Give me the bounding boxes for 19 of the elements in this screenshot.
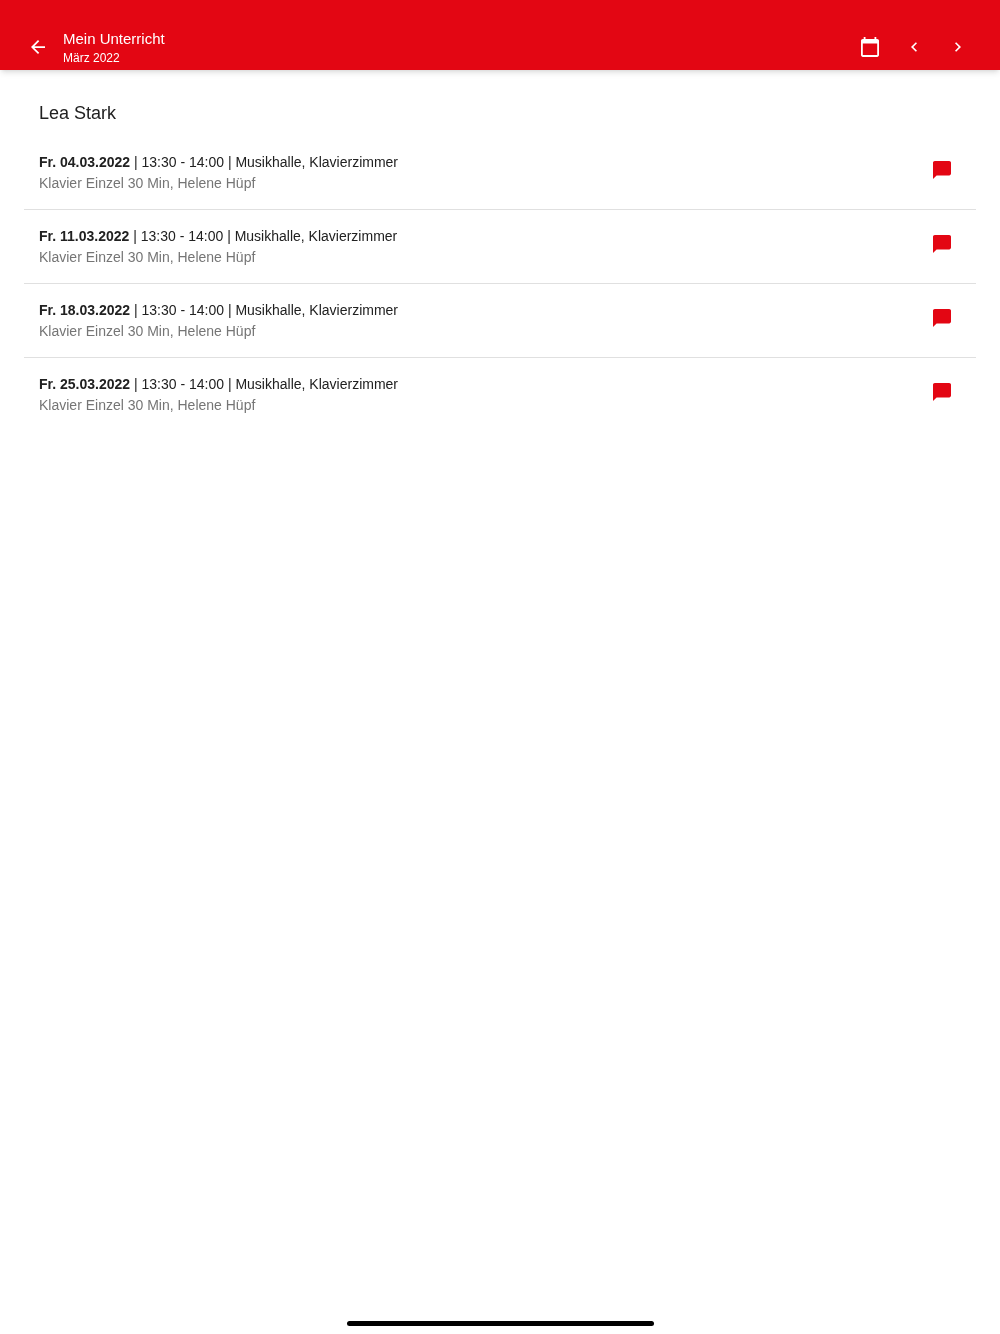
chat-bubble-icon bbox=[933, 383, 951, 401]
lesson-heading: Fr. 25.03.2022 | 13:30 - 14:00 | Musikhalle, Klavierzimmer bbox=[39, 375, 399, 394]
lesson-details: Klavier Einzel 30 Min, Helene Hüpf bbox=[39, 248, 257, 267]
chat-bubble-icon bbox=[933, 235, 951, 253]
chevron-left-icon bbox=[911, 42, 917, 52]
chat-bubble-icon bbox=[933, 309, 951, 327]
app-bar-title: Mein Unterricht bbox=[63, 28, 165, 49]
app-bar-subtitle: März 2022 bbox=[63, 49, 121, 66]
lesson-details: Klavier Einzel 30 Min, Helene Hüpf bbox=[39, 322, 257, 341]
chevron-right-icon bbox=[955, 42, 961, 52]
back-arrow-icon bbox=[31, 40, 45, 54]
lesson-heading: Fr. 18.03.2022 | 13:30 - 14:00 | Musikhalle, Klavierzimmer bbox=[39, 301, 399, 320]
chat-bubble-icon bbox=[933, 161, 951, 179]
lesson-heading: Fr. 04.03.2022 | 13:30 - 14:00 | Musikhalle, Klavierzimmer bbox=[39, 153, 399, 172]
lesson-heading: Fr. 11.03.2022 | 13:30 - 14:00 | Musikhalle, Klavierzimmer bbox=[39, 227, 399, 246]
student-name: Lea Stark bbox=[39, 102, 118, 125]
lesson-details: Klavier Einzel 30 Min, Helene Hüpf bbox=[39, 396, 257, 415]
calendar-icon bbox=[861, 37, 879, 57]
lesson-details: Klavier Einzel 30 Min, Helene Hüpf bbox=[39, 174, 257, 193]
